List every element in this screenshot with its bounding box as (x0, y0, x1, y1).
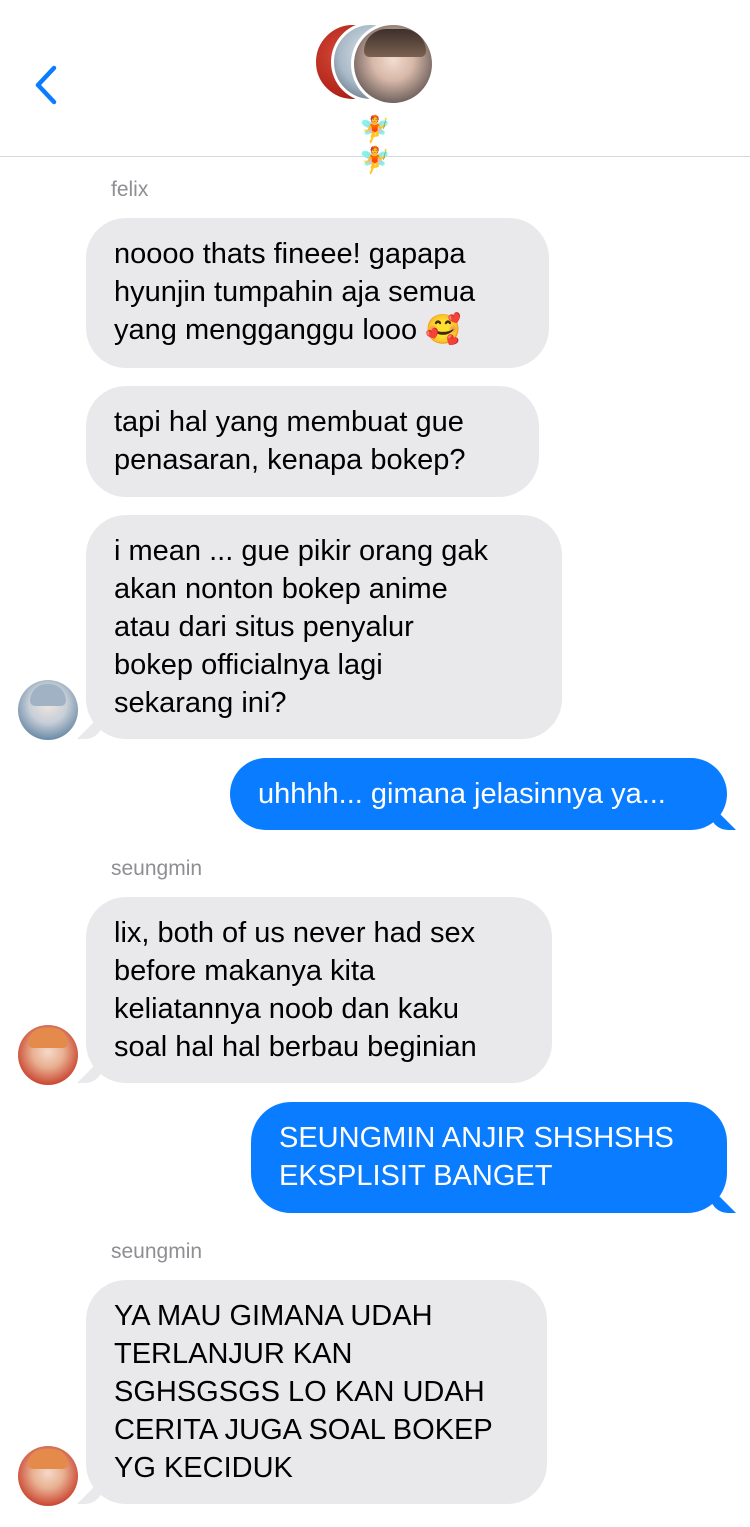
group-name[interactable]: 🧚🧚 (344, 114, 408, 176)
group-avatar-3 (351, 22, 435, 106)
incoming-message[interactable]: i mean ... gue pikir orang gak akan nont… (86, 515, 562, 739)
incoming-message[interactable]: tapi hal yang membuat gue penasaran, ken… (86, 386, 539, 497)
avatar-seungmin[interactable] (18, 1446, 78, 1506)
avatar-seungmin[interactable] (18, 1025, 78, 1085)
incoming-message[interactable]: YA MAU GIMANA UDAH TERLANJUR KAN SGHSGSG… (86, 1280, 547, 1504)
group-avatar-stack[interactable] (313, 20, 437, 106)
sender-label-seungmin: seungmin (111, 1240, 203, 1263)
outgoing-message[interactable]: SEUNGMIN ANJIR SHSHSHS EKSPLISIT BANGET (251, 1102, 727, 1213)
conversation-header: 🧚🧚 (0, 0, 750, 175)
incoming-message[interactable]: noooo thats fineee! gapapa hyunjin tumpa… (86, 218, 549, 368)
sender-label-felix: felix (111, 178, 149, 201)
back-button[interactable] (28, 60, 68, 110)
chevron-left-icon (35, 65, 57, 105)
incoming-message[interactable]: lix, both of us never had sex before mak… (86, 897, 552, 1083)
avatar-felix[interactable] (18, 680, 78, 740)
sender-label-seungmin: seungmin (111, 857, 203, 880)
outgoing-message[interactable]: uhhhh... gimana jelasinnya ya... (230, 758, 727, 830)
